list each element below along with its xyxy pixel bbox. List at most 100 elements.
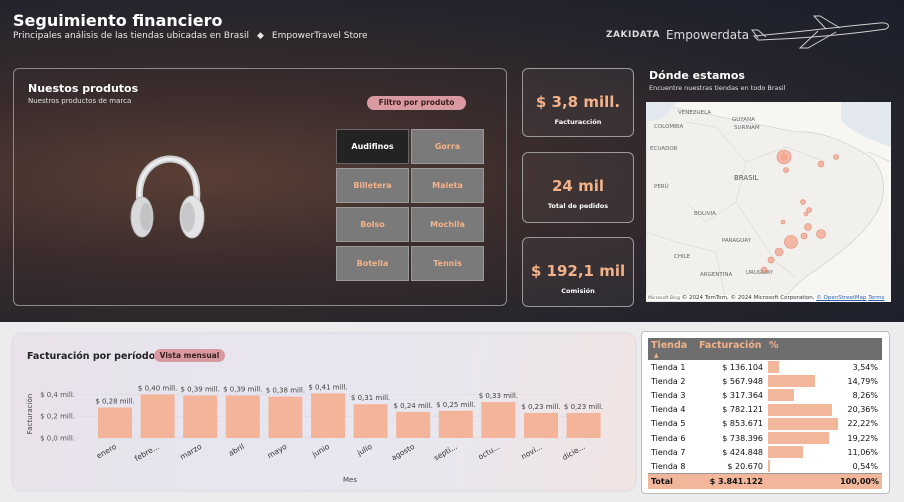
data-label: $ 0,40 mill. [138,384,177,392]
map-label-paraguay: PARAGUAY [722,238,752,244]
pct-value: 20,36% [847,405,878,415]
table-row[interactable]: Tienda 7 $ 424.848 11,06% [648,445,882,459]
product-filter-maleta[interactable]: Maleta [411,168,484,203]
bar-10 [481,402,516,438]
store-revenue-cell: $ 317.364 [722,390,763,400]
table-row[interactable]: Tienda 1 $ 136.104 3,54% [648,360,882,374]
pct-databar [768,389,795,402]
x-tick-label: julio [355,442,374,458]
map-attribution: Microsoft Bing © 2024 TomTom, © 2024 Mic… [646,295,885,301]
pct-value: 0,54% [852,461,878,471]
store-revenue-cell: $ 567.948 [722,376,763,386]
pct-databar [768,446,803,459]
kpi-commission-value: $ 192,1 mil [530,262,626,280]
data-label: $ 0,38 mill. [266,387,305,395]
store-map[interactable]: VENEZUELA COLOMBIA GUYANA SURINAM ECUADO… [646,102,891,302]
store-pct-cell: 3,54% [766,360,882,374]
x-tick-label: agosto [390,442,417,463]
store-name: EmpowerTravel Store [271,31,368,41]
pct-value: 22,22% [847,419,878,429]
map-label-chile: CHILE [674,254,691,260]
store-revenue-cell: $ 738.396 [722,433,763,443]
kpi-revenue: $ 3,8 mill. Facturacción [522,68,634,137]
data-label: $ 0,33 mill. [479,392,518,400]
product-filter-botella[interactable]: Botella [336,246,409,281]
table-row[interactable]: Tienda 8 $ 20.670 0,54% [648,459,882,473]
kpi-revenue-value: $ 3,8 mill. [535,93,621,111]
y-axis-label: Facturación [26,394,34,434]
store-name-cell: Tienda 2 [651,376,686,386]
brand-logo: ZAKIDATA Empowerdata [606,28,749,42]
bar-1 [98,407,132,438]
store-name-cell: Tienda 5 [651,419,686,429]
store-name-cell: Tienda 7 [651,447,686,457]
openstreetmap-link[interactable]: © OpenStreetMap [816,295,866,301]
store-revenue-cell: $ 782.121 [722,405,763,415]
product-filter-bolso[interactable]: Bolso [336,207,409,242]
map-attribution-text: © 2024 TomTom, © 2024 Microsoft Corporat… [681,295,817,301]
product-filter-grid: Audifinos Gorra Billetera Maleta Bolso Mochil… [336,129,484,281]
total-pct: 100,00% [766,473,882,489]
table-row[interactable]: Tienda 5 $ 853.671 22,22% [648,417,882,431]
kpi-commission-label: Comisión [561,287,595,295]
pct-value: 19,22% [847,433,878,443]
map-label-peru: PERÚ [654,183,669,190]
x-tick-label: junio [310,442,332,460]
col-header-tienda[interactable]: Tienda ▲ [648,338,696,360]
brand-zakidata: ZAKIDATA [606,30,660,40]
pct-databar [768,361,780,373]
store-name-cell: Tienda 1 [651,362,686,372]
table-row[interactable]: Tienda 4 $ 782.121 20,36% [648,403,882,417]
products-panel: Nuestos produtos Nuestros productos de m… [13,68,507,306]
bar-12 [566,412,601,438]
map-label-surinam: SURINAM [734,125,760,131]
table-row[interactable]: Tienda 3 $ 317.364 8,26% [648,388,882,402]
store-name-cell: Tienda 8 [651,461,686,471]
y-tick-label: $ 0,0 mill. [40,435,75,443]
data-label: $ 0,31 mill. [351,394,390,402]
x-axis-label: Mes [343,476,357,484]
map-label-uruguay: URUGUAY [746,270,773,276]
kpi-commission: $ 192,1 mil Comisión [522,237,634,307]
product-filter-billetera[interactable]: Billetera [336,168,409,203]
pct-value: 8,26% [852,390,878,400]
product-filter-badge: Filtro por produto [367,96,466,110]
products-subtitle: Nuestros productos de marca [28,97,132,105]
store-pct-cell: 0,54% [766,459,882,473]
table-row[interactable]: Tienda 2 $ 567.948 14,79% [648,374,882,388]
x-tick-label: novi... [520,442,544,461]
x-tick-label: abril [227,442,246,458]
col-header-pct[interactable]: % [766,338,882,360]
headphones-image [130,155,205,239]
terms-link[interactable]: Terms [868,295,884,301]
data-label: $ 0,28 mill. [95,398,134,406]
kpi-orders-value: 24 mil [551,177,604,195]
pct-databar [768,431,829,444]
data-label: $ 0,41 mill. [308,383,347,391]
product-filter-tennis[interactable]: Tennis [411,246,484,281]
pct-databar [768,403,833,416]
pct-databar [768,417,838,430]
table-row[interactable]: Tienda 6 $ 738.396 19,22% [648,431,882,445]
map-label-bolivia: BOLIVIA [694,211,716,217]
store-pct-cell: 19,22% [766,431,882,445]
total-label: Total [648,473,696,489]
sort-up-icon[interactable]: ▲ [654,352,659,359]
product-filter-mochila[interactable]: Mochila [411,207,484,242]
billing-panel: Facturación por período Vista mensual $ … [13,334,635,490]
page-title: Seguimiento financiero [13,11,223,30]
store-revenue-cell: $ 20.670 [727,461,763,471]
bar-8 [396,411,431,438]
map-label-argentina: ARGENTINA [700,272,733,278]
pct-value: 14,79% [847,376,878,386]
col-header-facturacion[interactable]: Facturación [696,338,766,360]
store-pct-cell: 11,06% [766,445,882,459]
product-filter-gorra[interactable]: Gorra [411,129,484,164]
map-canvas: VENEZUELA COLOMBIA GUYANA SURINAM ECUADO… [646,102,891,302]
data-label: $ 0,25 mill. [436,401,475,409]
map-label-ecuador: ECUADOR [650,146,678,152]
store-pct-cell: 22,22% [766,417,882,431]
store-name-cell: Tienda 6 [651,433,686,443]
product-filter-audifinos[interactable]: Audifinos [336,129,409,164]
store-pct-cell: 14,79% [766,374,882,388]
